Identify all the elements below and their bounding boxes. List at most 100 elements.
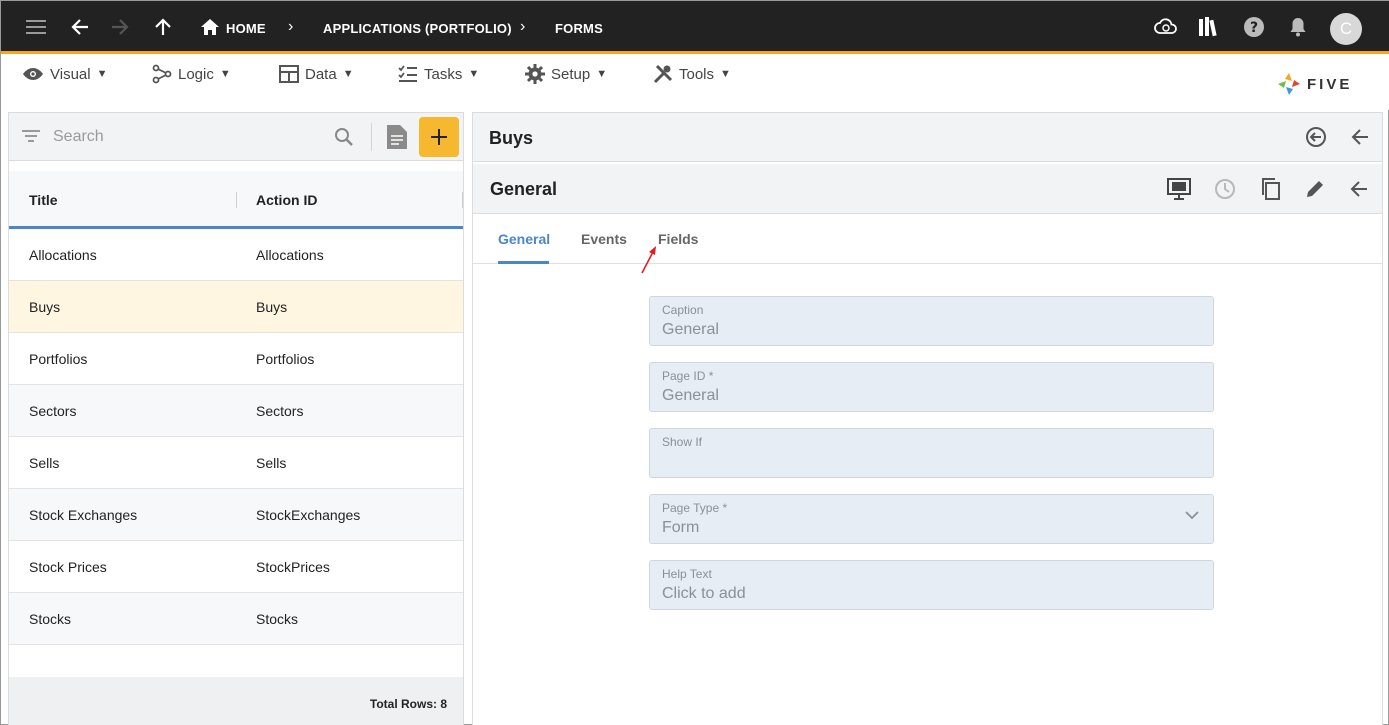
column-action-id[interactable]: Action ID [256, 192, 317, 208]
eye-icon [23, 68, 43, 80]
menu-logic[interactable]: Logic ▼ [152, 63, 231, 85]
row-title: Allocations [29, 247, 97, 263]
tab-general[interactable]: General [498, 231, 550, 247]
caret-down-icon: ▼ [720, 68, 731, 80]
add-button[interactable] [419, 117, 459, 157]
row-action-id: Buys [256, 299, 288, 315]
row-title: Sectors [29, 403, 77, 419]
bell-icon[interactable] [1286, 15, 1310, 39]
help-text-field[interactable]: Help Text Click to add [649, 560, 1214, 610]
cloud-sync-icon[interactable] [1154, 15, 1178, 39]
five-logo: FIVE [1277, 72, 1352, 96]
page-type-label: Page Type * [662, 501, 728, 515]
avatar[interactable]: C [1330, 13, 1362, 45]
menu-setup-label: Setup [551, 65, 591, 83]
menu-data[interactable]: Data ▼ [279, 63, 354, 85]
search-icon[interactable] [334, 127, 354, 152]
five-logo-mark [1278, 73, 1300, 95]
detail-panel: Buys General General Events Fields Capti… [472, 112, 1383, 725]
edit-icon[interactable] [1302, 176, 1328, 202]
gear-icon [525, 64, 545, 84]
filter-icon[interactable] [22, 129, 40, 148]
table-row-selected[interactable]: Buys Buys [9, 281, 463, 333]
back-arrow-icon[interactable] [68, 15, 92, 39]
page-id-value: General [662, 387, 719, 404]
breadcrumb-forms[interactable]: FORMS [555, 21, 603, 36]
page-id-label: Page ID * [662, 369, 714, 383]
chevron-right-icon: › [520, 18, 526, 35]
search-input[interactable]: Search [53, 128, 104, 146]
copy-icon[interactable] [1258, 176, 1284, 202]
checklist-icon [398, 65, 417, 82]
breadcrumb-home[interactable]: HOME [226, 21, 266, 36]
detail-title: Buys [489, 128, 534, 148]
page-type-select[interactable]: Page Type * Form [649, 494, 1214, 544]
menu-visual[interactable]: Visual ▼ [22, 63, 107, 85]
breadcrumb-applications[interactable]: APPLICATIONS (PORTFOLIO) [323, 21, 512, 36]
caret-down-icon: ▼ [96, 68, 108, 80]
table-icon [279, 65, 299, 83]
column-divider[interactable] [462, 192, 463, 208]
help-icon[interactable]: ? [1242, 15, 1266, 39]
back-arrow-icon[interactable] [1346, 176, 1372, 202]
home-icon[interactable] [198, 15, 222, 39]
row-title: Portfolios [29, 351, 88, 367]
menu-visual-label: Visual [50, 65, 91, 83]
section-header: General [473, 164, 1382, 214]
table-row[interactable]: Stock Exchanges StockExchanges [9, 489, 463, 541]
menu-bar: Visual ▼ Logic ▼ Data ▼ Tasks ▼ Setup ▼ Tools… [1, 54, 1389, 110]
page-id-field[interactable]: Page ID * General [649, 362, 1214, 412]
menu-tools[interactable]: Tools ▼ [653, 63, 731, 85]
row-action-id: StockPrices [256, 559, 330, 575]
row-action-id: StockExchanges [256, 507, 361, 523]
row-action-id: Allocations [256, 247, 324, 263]
svg-text:?: ? [1250, 20, 1258, 36]
row-title: Stock Exchanges [29, 507, 138, 523]
search-bar: Search [9, 113, 463, 161]
page-type-value: Form [662, 519, 700, 536]
menu-data-label: Data [305, 65, 337, 83]
caret-down-icon: ▼ [342, 68, 354, 80]
logic-icon [152, 64, 172, 84]
history-back-icon[interactable] [1303, 124, 1329, 150]
tab-active-indicator [498, 261, 549, 264]
table-row[interactable]: Sectors Sectors [9, 385, 463, 437]
row-action-id: Stocks [256, 611, 299, 627]
table-row[interactable]: Stock Prices StockPrices [9, 541, 463, 593]
back-arrow-icon[interactable] [1347, 124, 1373, 150]
caret-down-icon: ▼ [219, 68, 231, 80]
help-text-label: Help Text [662, 567, 712, 581]
table-row[interactable]: Portfolios Portfolios [9, 333, 463, 385]
document-icon[interactable] [387, 125, 407, 154]
detail-header: Buys [473, 113, 1382, 162]
table-row[interactable]: Stocks Stocks [9, 593, 463, 645]
column-title[interactable]: Title [29, 192, 58, 208]
divider [371, 123, 372, 151]
chevron-right-icon: › [288, 18, 294, 35]
row-title: Stock Prices [29, 559, 107, 575]
total-rows: Total Rows: 8 [369, 697, 447, 711]
show-if-label: Show If [662, 435, 703, 449]
row-action-id: Portfolios [256, 351, 315, 367]
up-arrow-icon[interactable] [151, 15, 175, 39]
table-row[interactable]: Sells Sells [9, 437, 463, 489]
table-row[interactable]: Allocations Allocations [9, 229, 463, 281]
menu-tasks[interactable]: Tasks ▼ [398, 63, 479, 85]
annotation-arrow-icon [641, 246, 656, 274]
screen-preview-icon[interactable] [1166, 176, 1192, 202]
caption-label: Caption [662, 303, 704, 317]
library-icon[interactable] [1197, 15, 1221, 39]
forward-arrow-icon[interactable] [108, 15, 132, 39]
tab-fields[interactable]: Fields [658, 231, 698, 247]
column-divider[interactable] [236, 192, 237, 208]
show-if-field[interactable]: Show If [649, 428, 1214, 478]
top-bar: HOME › APPLICATIONS (PORTFOLIO) › FORMS … [1, 1, 1389, 54]
menu-icon[interactable] [24, 15, 48, 39]
clock-icon[interactable] [1212, 176, 1238, 202]
tab-events[interactable]: Events [581, 231, 627, 247]
tab-bar: General Events Fields [473, 214, 1382, 274]
menu-setup[interactable]: Setup ▼ [525, 63, 607, 85]
caption-field[interactable]: Caption General [649, 296, 1214, 346]
section-title: General [490, 179, 558, 199]
chevron-down-icon [1185, 511, 1199, 520]
